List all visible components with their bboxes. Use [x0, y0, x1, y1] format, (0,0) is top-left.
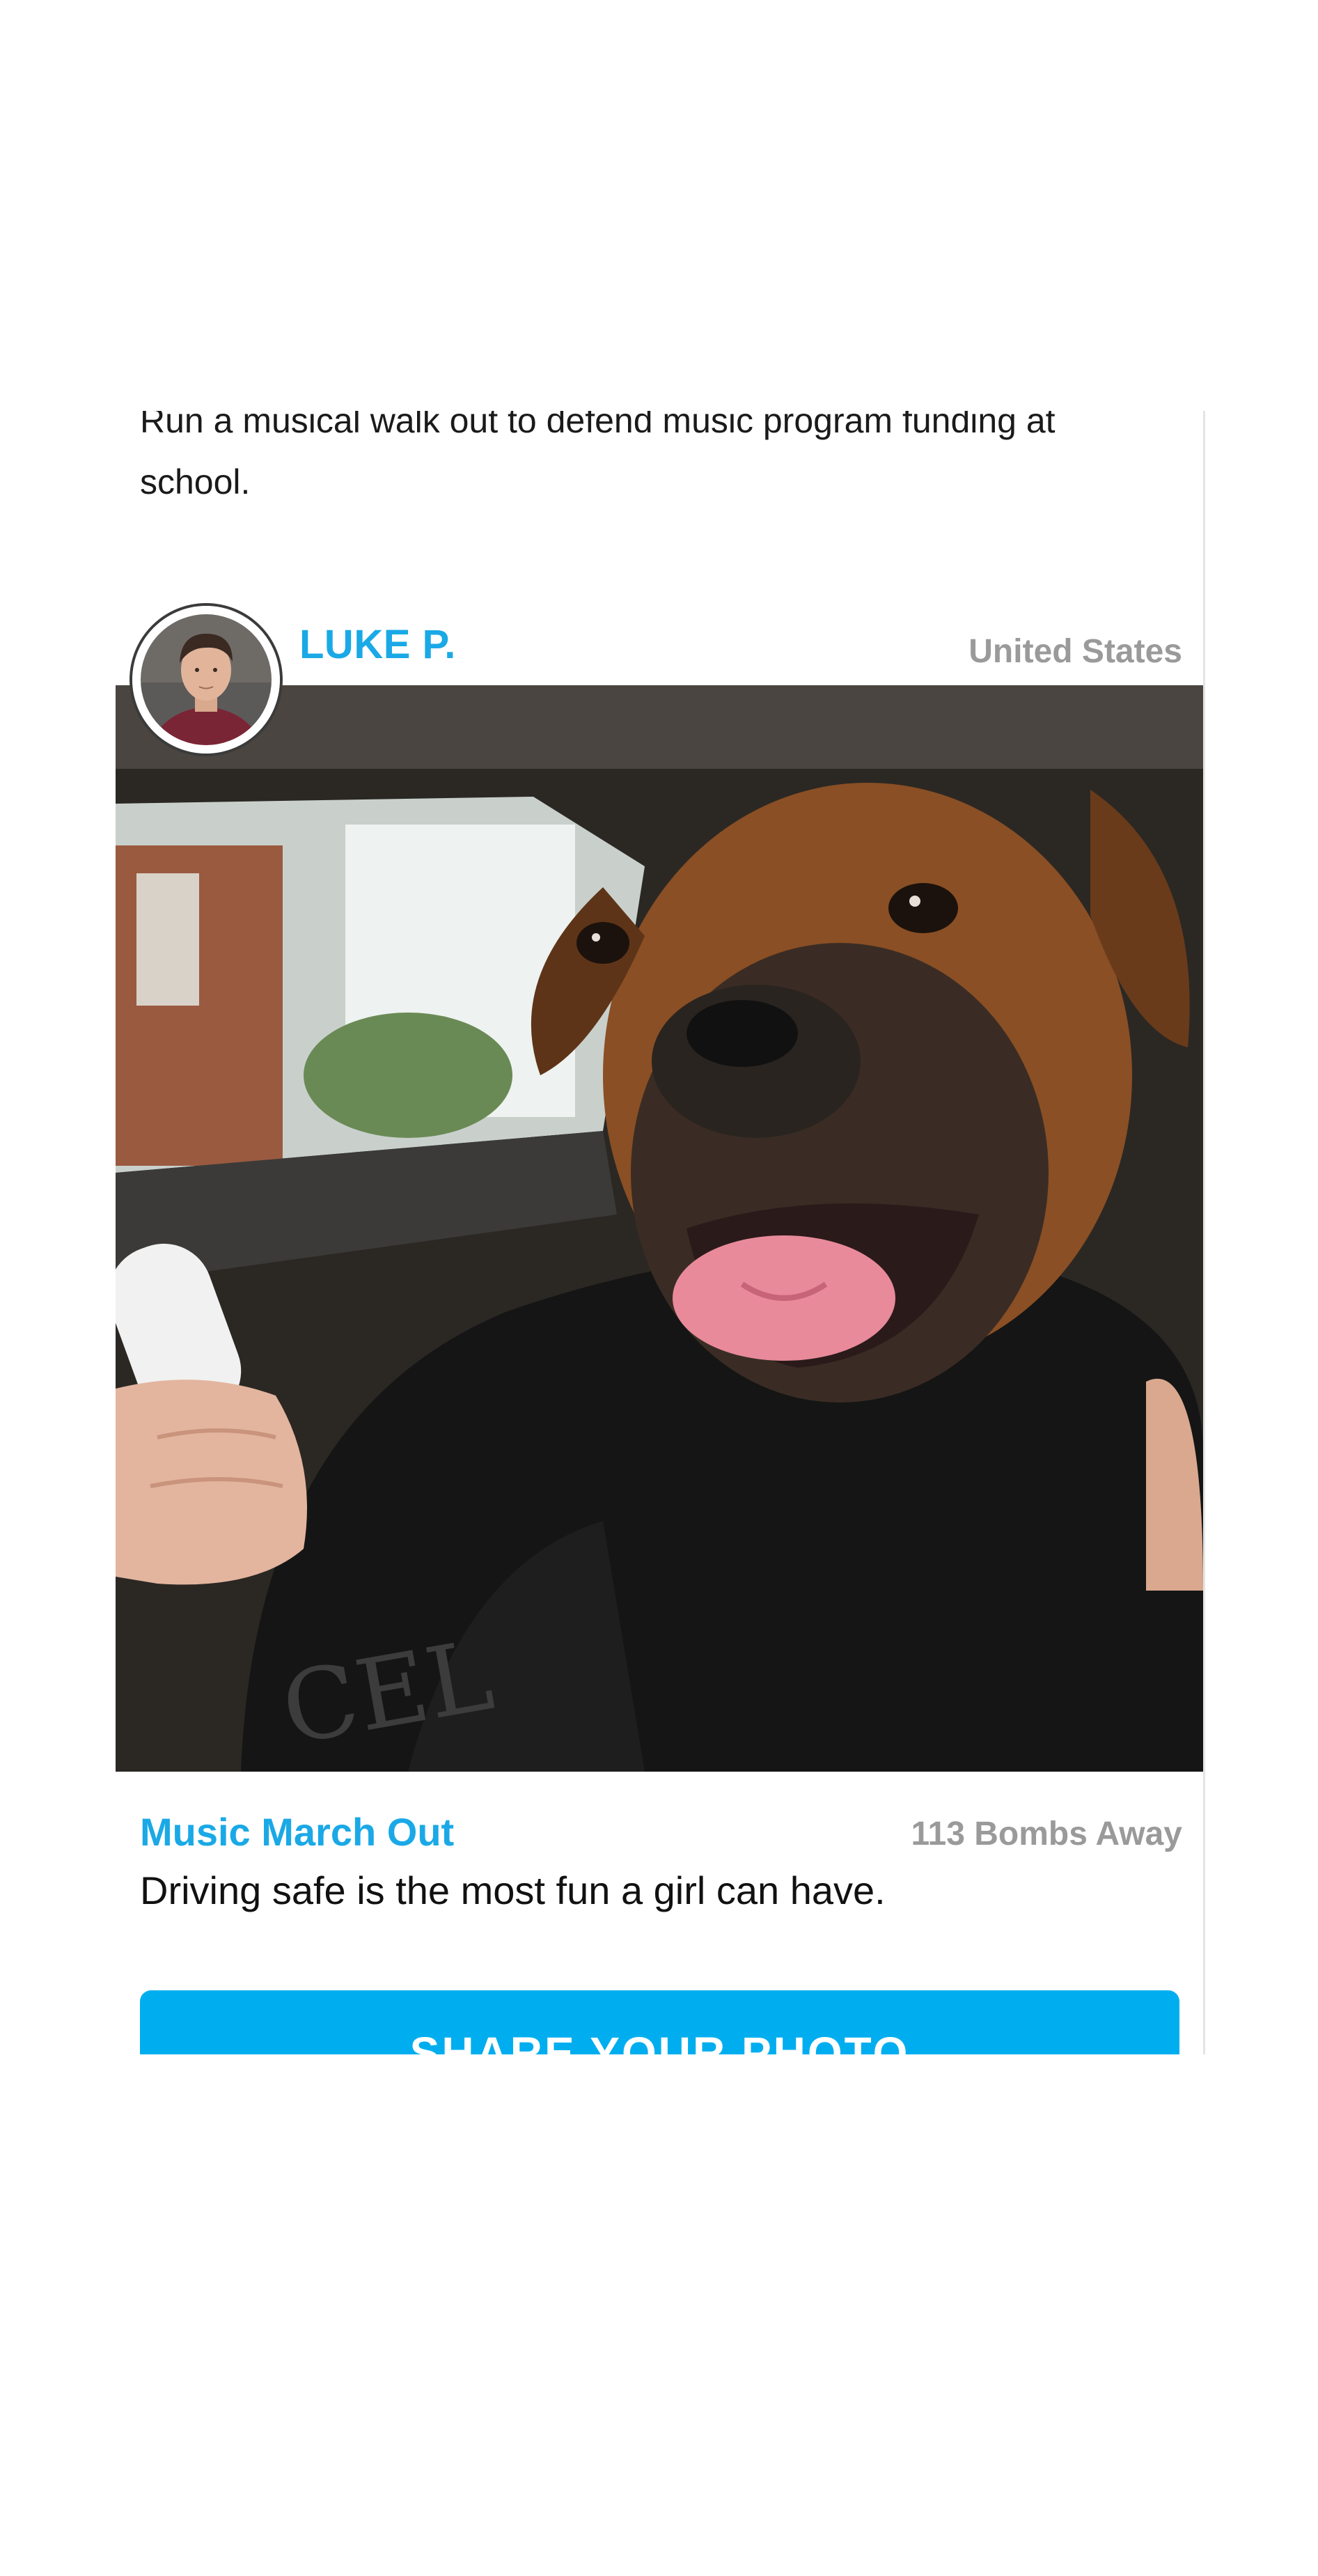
bombs-count: 113 Bombs Away: [911, 1816, 1182, 1852]
share-photo-button[interactable]: SHARE YOUR PHOTO: [140, 1990, 1179, 2054]
challenge-description: Run a musical walk out to defend music p…: [140, 411, 1056, 501]
photo-caption: Driving safe is the most fun a girl can …: [140, 1868, 886, 1912]
post-card: Run a musical walk out to defend music p…: [116, 411, 1205, 2054]
author-location: United States: [968, 633, 1182, 670]
page: Run a musical walk out to defend music p…: [0, 0, 1318, 2576]
post-photo[interactable]: CEL: [116, 685, 1203, 1772]
author-name[interactable]: LUKE P.: [299, 621, 456, 668]
challenge-title-link[interactable]: Music March Out: [140, 1809, 454, 1855]
dog-photo-image: CEL: [116, 685, 1203, 1772]
avatar-image: [132, 606, 280, 754]
avatar[interactable]: [132, 606, 280, 754]
